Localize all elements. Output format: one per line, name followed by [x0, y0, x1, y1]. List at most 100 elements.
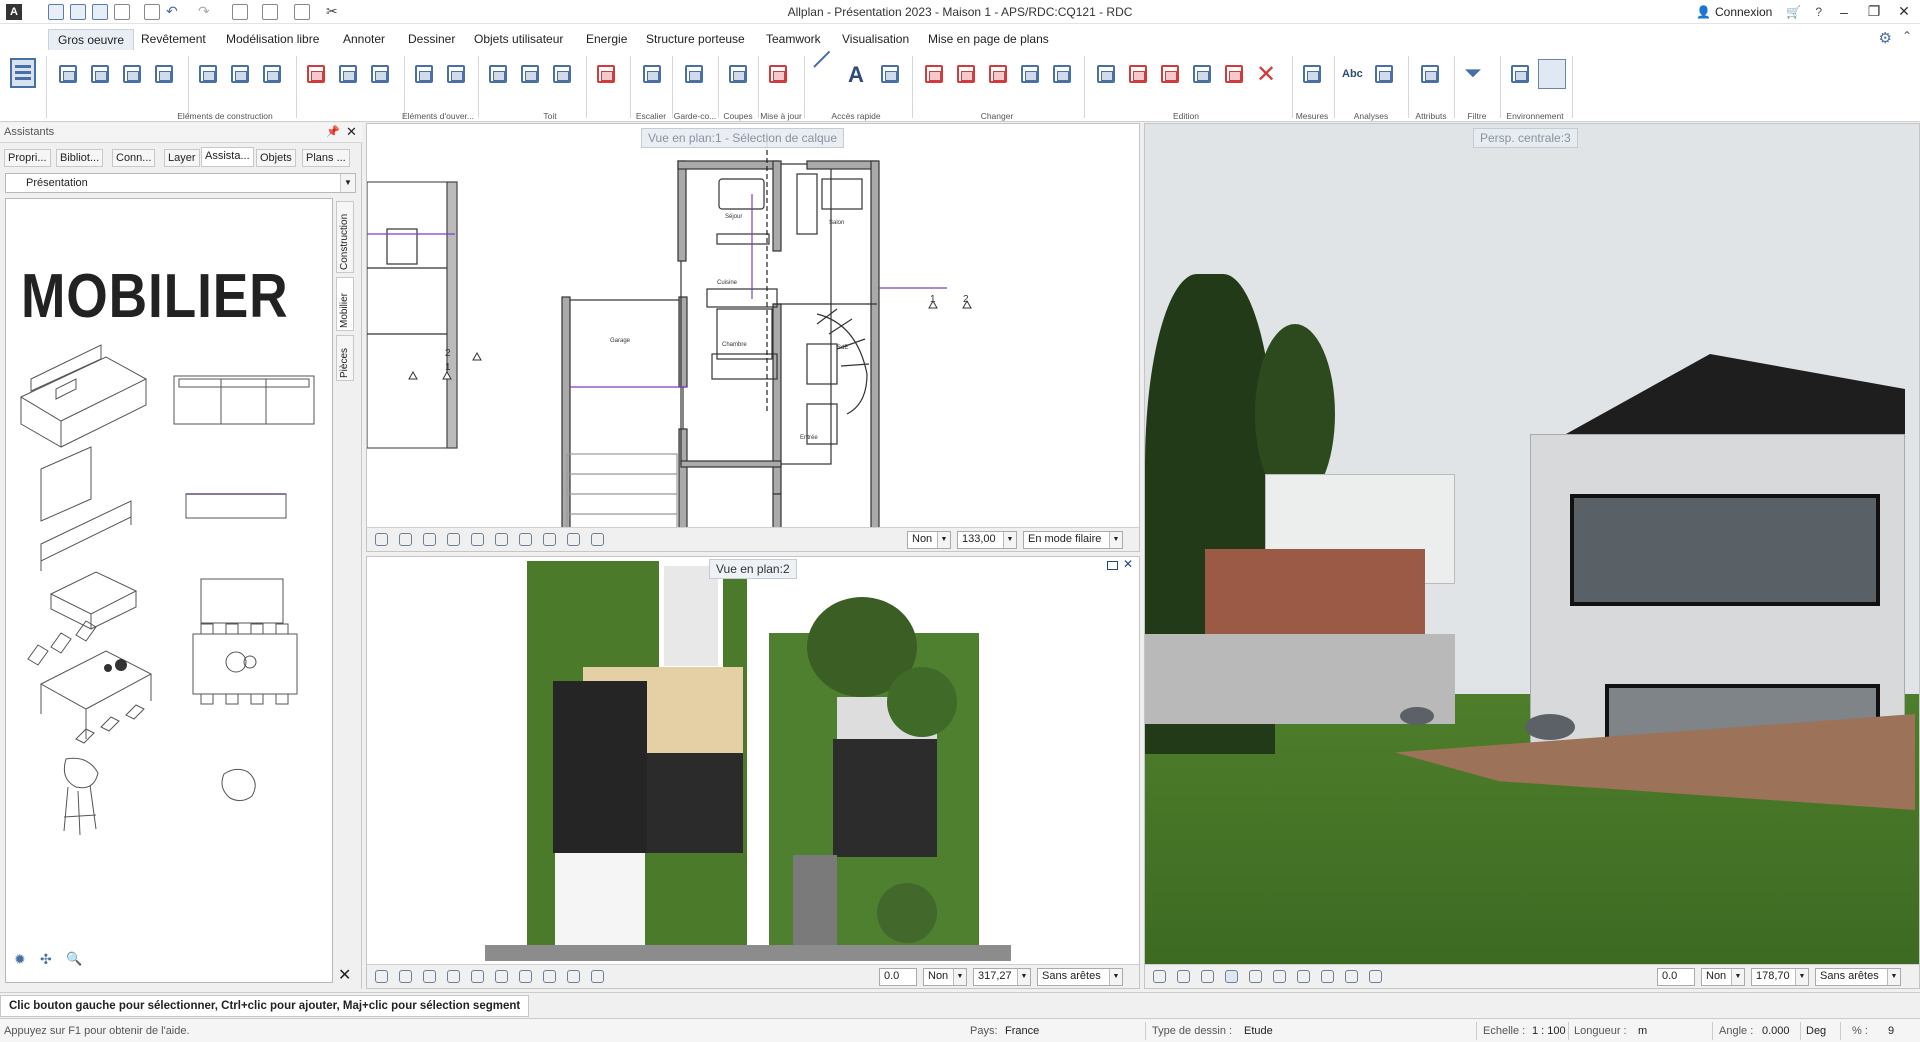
- assistant-zoom-icon[interactable]: 🔍: [66, 951, 82, 967]
- persp-angle-spin[interactable]: 0.0: [1657, 968, 1695, 986]
- zoom-icon[interactable]: [1201, 970, 1214, 983]
- tab-modelisation-libre[interactable]: Modélisation libre: [226, 32, 319, 46]
- nav-icon[interactable]: [543, 533, 556, 546]
- redo-view-icon[interactable]: [495, 533, 508, 546]
- viewport-perspective[interactable]: Persp. centrale:3 0.0 Non ▼ 178,70 ▼ Sans …: [1144, 123, 1920, 989]
- grid-toggle-icon[interactable]: [1369, 970, 1382, 983]
- update-icon[interactable]: [766, 62, 790, 88]
- chevron-down-icon[interactable]: ▼: [340, 174, 355, 192]
- mirror-icon[interactable]: [1190, 62, 1214, 88]
- window-zoom-icon[interactable]: [1345, 970, 1358, 983]
- plan2-render-combo[interactable]: Sans arêtes ▼: [1037, 968, 1123, 986]
- environment-icon[interactable]: [1538, 59, 1566, 89]
- settings-gear-icon[interactable]: ⚙: [1879, 29, 1892, 47]
- help-icon[interactable]: ?: [1815, 5, 1822, 19]
- status-longueur[interactable]: m: [1638, 1025, 1647, 1037]
- chevron-down-icon[interactable]: ▼: [1003, 532, 1016, 548]
- viewport-plan-1[interactable]: 2 1 1 2 Séjour Salon Cuisine Chambre Gar…: [366, 123, 1140, 552]
- fit-view-icon[interactable]: [399, 533, 412, 546]
- tab-proprietes[interactable]: Propri...: [4, 149, 51, 167]
- filter-icon[interactable]: ⏷: [1464, 60, 1482, 86]
- tab-objets-utilisateur[interactable]: Objets utilisateur: [474, 32, 563, 46]
- fit-view-icon[interactable]: [1177, 970, 1190, 983]
- select-icon[interactable]: [375, 970, 388, 983]
- roof-covering-icon[interactable]: [550, 62, 574, 88]
- window-icon[interactable]: [444, 62, 468, 88]
- modify-elements-icon[interactable]: [304, 62, 328, 88]
- move-icon[interactable]: [1126, 62, 1150, 88]
- chevron-down-icon[interactable]: ▼: [1109, 969, 1122, 985]
- plan1-scale-combo[interactable]: 133,00 ▼: [957, 531, 1017, 549]
- beam-icon[interactable]: [152, 62, 176, 88]
- redo-view-icon[interactable]: [1273, 970, 1286, 983]
- trim-icon[interactable]: [368, 62, 392, 88]
- pin-icon[interactable]: 📌: [326, 125, 340, 138]
- assistant-select-icon[interactable]: ✹: [14, 951, 26, 968]
- section-view-icon[interactable]: [519, 970, 532, 983]
- persp-render-combo[interactable]: Sans arêtes ▼: [1815, 968, 1901, 986]
- door-icon[interactable]: [412, 62, 436, 88]
- text-icon[interactable]: A: [848, 62, 864, 88]
- section-view-icon[interactable]: [1297, 970, 1310, 983]
- close-icon[interactable]: ✕: [1896, 3, 1912, 20]
- tab-connexion[interactable]: Conn...: [112, 149, 156, 167]
- tab-structure-porteuse[interactable]: Structure porteuse: [646, 32, 745, 46]
- modify-point-icon[interactable]: [954, 62, 978, 88]
- connexion-link[interactable]: Connexion: [1715, 5, 1772, 19]
- pan-icon[interactable]: [447, 970, 460, 983]
- eraser-icon[interactable]: [922, 62, 946, 88]
- rotate-icon[interactable]: [1158, 62, 1182, 88]
- tab-energie[interactable]: Energie: [586, 32, 627, 46]
- status-type[interactable]: Etude: [1244, 1025, 1273, 1037]
- zoom-icon[interactable]: [423, 533, 436, 546]
- assistant-fit-icon[interactable]: ✣: [40, 951, 52, 968]
- tab-bibliotheque[interactable]: Bibliot...: [56, 149, 104, 167]
- status-echelle[interactable]: 1 : 100: [1532, 1025, 1566, 1037]
- chevron-down-icon[interactable]: ▼: [1731, 969, 1744, 985]
- tab-dessiner[interactable]: Dessiner: [408, 32, 455, 46]
- tab-plans[interactable]: Plans ...: [302, 149, 350, 167]
- tab-revetement[interactable]: Revêtement: [141, 32, 206, 46]
- section-view-icon[interactable]: [519, 533, 532, 546]
- persp-visibility-combo[interactable]: Non ▼: [1701, 968, 1745, 986]
- maximize-view-icon[interactable]: [1107, 561, 1118, 570]
- undo-view-icon[interactable]: [471, 533, 484, 546]
- assistant-canvas[interactable]: MOBILIER ✹ ✣ 🔍: [5, 198, 333, 983]
- coordinate-system-icon[interactable]: [1508, 62, 1532, 88]
- roof-plane-icon[interactable]: [518, 62, 542, 88]
- plan2-visibility-combo[interactable]: Non ▼: [923, 968, 967, 986]
- join-icon[interactable]: [336, 62, 360, 88]
- nav-icon[interactable]: [543, 970, 556, 983]
- ribbon-collapse-icon[interactable]: ⌃: [1902, 29, 1912, 43]
- chevron-down-icon[interactable]: ▼: [1887, 969, 1900, 985]
- foundation-icon[interactable]: [196, 62, 220, 88]
- sidetab-mobilier[interactable]: Mobilier: [336, 277, 354, 331]
- user-icon[interactable]: 👤: [1696, 5, 1711, 19]
- panel-close-icon[interactable]: ✕: [346, 124, 357, 140]
- zoom-icon[interactable]: [423, 970, 436, 983]
- plan2-scale-combo[interactable]: 317,27 ▼: [973, 968, 1031, 986]
- grid-toggle-icon[interactable]: [591, 970, 604, 983]
- assistant-close-icon[interactable]: ✕: [338, 965, 351, 985]
- section-icon[interactable]: [726, 62, 750, 88]
- report-icon[interactable]: [1372, 62, 1396, 88]
- close-view-icon[interactable]: ✕: [1123, 557, 1133, 571]
- plan1-visibility-combo[interactable]: Non ▼: [907, 531, 951, 549]
- curve-icon[interactable]: [1018, 62, 1042, 88]
- tab-teamwork[interactable]: Teamwork: [766, 32, 821, 46]
- spelling-icon[interactable]: Abc: [1342, 68, 1363, 80]
- nav-icon[interactable]: [1321, 970, 1334, 983]
- plan2-angle-spin[interactable]: 0.0: [879, 968, 917, 986]
- railing-icon[interactable]: [682, 62, 706, 88]
- tab-gros-oeuvre[interactable]: Gros oeuvre: [48, 29, 135, 50]
- roof-icon[interactable]: [486, 62, 510, 88]
- sidetab-pieces[interactable]: Pièces: [336, 335, 354, 381]
- tab-objets[interactable]: Objets: [256, 149, 296, 167]
- window-zoom-icon[interactable]: [567, 970, 580, 983]
- component-manager-icon[interactable]: [8, 56, 40, 100]
- lintel-icon[interactable]: [228, 62, 252, 88]
- sidetab-construction[interactable]: Construction: [336, 201, 354, 273]
- restore-icon[interactable]: ❐: [1866, 3, 1882, 20]
- dormer-icon[interactable]: [594, 62, 618, 88]
- orbit-icon[interactable]: [1225, 970, 1238, 983]
